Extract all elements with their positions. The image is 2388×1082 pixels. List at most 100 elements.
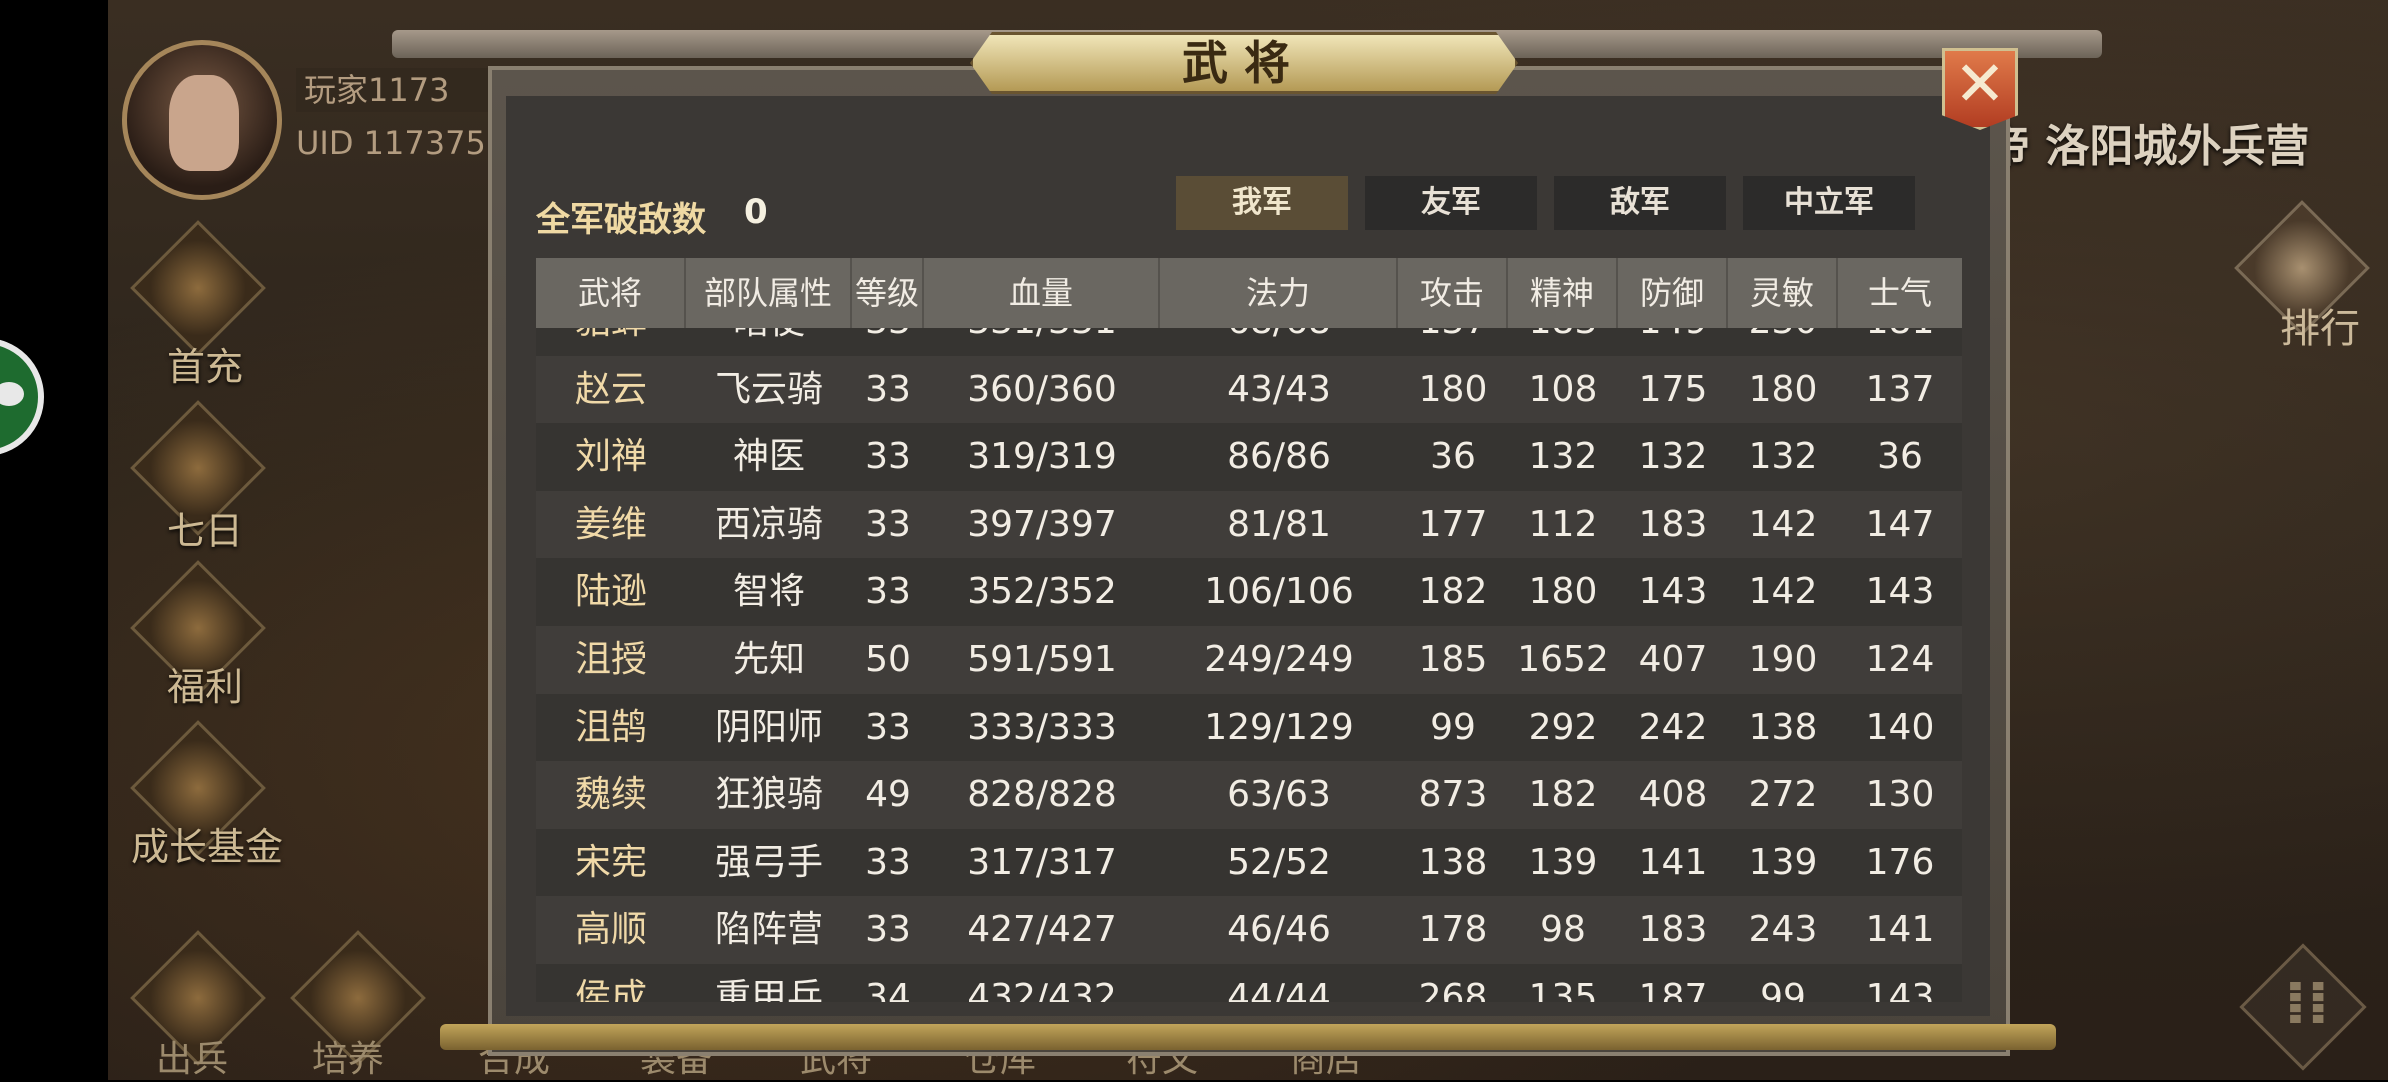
table-row[interactable]: 宋宪 强弓手 33 317/317 52/52 138 139 141 139 176 — [536, 828, 1962, 897]
cell-hp: 397/397 — [967, 503, 1117, 545]
table-row[interactable]: 沮授 先知 50 591/591 249/249 185 1652 407 190 124 — [536, 625, 1962, 694]
cell-level: 34 — [865, 976, 911, 1002]
cell-attack: 185 — [1418, 638, 1488, 680]
cell-unit-type: 飞云骑 — [714, 368, 823, 410]
cell-morale: 124 — [1865, 638, 1935, 680]
cell-defense: 141 — [1638, 841, 1708, 883]
cell-unit-type: 强弓手 — [714, 841, 823, 883]
cell-attack: 137 — [1398, 328, 1508, 356]
cell-general: 沮鹄 — [574, 706, 647, 748]
cell-morale: 181 — [1838, 328, 1962, 356]
cell-general: 刘禅 — [574, 436, 647, 478]
table-row[interactable]: 魏续 狂狼骑 49 828/828 63/63 873 182 408 272 130 — [536, 761, 1962, 829]
tab-enemy-army[interactable]: 敌军 — [1554, 176, 1726, 230]
bottom-menu-dispatch[interactable]: 出兵 — [156, 1030, 228, 1082]
cell-attack: 180 — [1418, 368, 1488, 410]
menu-label: 七日 — [166, 509, 243, 553]
tab-neutral-army[interactable]: 中立军 — [1743, 176, 1915, 230]
cell-unit-type: 西凉骑 — [714, 503, 823, 545]
cell-general: 侯成 — [574, 976, 647, 1002]
cell-hp: 828/828 — [967, 774, 1117, 816]
table-row[interactable]: 姜维 西凉骑 33 397/397 81/81 177 112 183 142 147 — [536, 490, 1962, 559]
cell-morale: 147 — [1865, 503, 1935, 545]
cell-unit-type: 智将 — [732, 571, 805, 613]
tab-friendly-army[interactable]: 友军 — [1365, 176, 1537, 230]
cell-mp: 43/43 — [1227, 368, 1331, 410]
cell-morale: 130 — [1865, 774, 1935, 816]
cell-spirit: 98 — [1540, 909, 1586, 951]
cell-spirit: 1652 — [1517, 638, 1609, 680]
cell-unit-type: 重甲兵 — [714, 976, 823, 1002]
kills-value: 0 — [744, 192, 768, 232]
cell-spirit: 139 — [1528, 841, 1598, 883]
menu-welfare[interactable]: 福利 — [130, 560, 266, 709]
cell-attack: 177 — [1418, 503, 1488, 545]
cell-hp: 319/319 — [967, 436, 1117, 478]
cell-mp: 46/46 — [1227, 909, 1331, 951]
cell-spirit: 292 — [1528, 706, 1598, 748]
cell-defense: 149 — [1618, 328, 1728, 356]
cell-agility: 138 — [1748, 706, 1818, 748]
menu-growth-fund[interactable]: 成长基金 — [130, 720, 283, 869]
avatar-portrait-icon — [169, 75, 239, 171]
cell-hp: 432/432 — [967, 976, 1117, 1002]
cell-morale: 140 — [1865, 706, 1935, 748]
table-header: 武将 部队属性 等级 血量 法力 攻击 精神 防御 灵敏 士气 — [536, 258, 1962, 328]
close-icon: ✕ — [1954, 47, 2006, 120]
cell-spirit: 135 — [1528, 976, 1598, 1002]
cell-unit-type: 狂狼骑 — [714, 774, 823, 816]
cell-agility: 139 — [1748, 841, 1818, 883]
cell-level: 33 — [865, 841, 911, 883]
cell-hp: 352/352 — [967, 571, 1117, 613]
cell-morale: 36 — [1877, 436, 1923, 478]
menu-label: 福利 — [166, 665, 243, 709]
bottom-menu-train[interactable]: 培养 — [312, 1030, 384, 1082]
menu-label: 成长基金 — [130, 825, 283, 869]
cell-agility: 230 — [1728, 328, 1838, 356]
menu-first-recharge[interactable]: 首充 — [130, 220, 266, 389]
cell-defense: 143 — [1638, 571, 1708, 613]
cell-mp: 63/63 — [1227, 774, 1331, 816]
col-morale: 士气 — [1867, 274, 1932, 312]
tab-our-army[interactable]: 我军 — [1176, 176, 1348, 230]
cell-level: 50 — [865, 638, 911, 680]
cell-defense: 175 — [1638, 368, 1708, 410]
player-avatar[interactable] — [122, 40, 282, 200]
cell-general: 高顺 — [574, 909, 647, 951]
table-row[interactable]: 陆逊 智将 33 352/352 106/106 182 180 143 142 143 — [536, 558, 1962, 626]
menu-seven-days[interactable]: 七日 — [130, 400, 266, 553]
menu-label: 首充 — [166, 345, 243, 389]
cell-spirit: 112 — [1528, 503, 1598, 545]
table-row[interactable]: 刘禅 神医 33 319/319 86/86 36 132 132 132 36 — [536, 423, 1962, 491]
cell-level: 33 — [865, 909, 911, 951]
table-row[interactable]: 赵云 飞云骑 33 360/360 43/43 180 108 175 180 137 — [536, 355, 1962, 424]
col-hp: 血量 — [924, 258, 1160, 328]
cell-hp: 360/360 — [967, 368, 1117, 410]
cell-mp: 44/44 — [1227, 976, 1331, 1002]
cell-spirit: 180 — [1528, 571, 1598, 613]
col-unit-type: 部队属性 — [686, 258, 852, 328]
col-attack: 攻击 — [1398, 258, 1508, 328]
col-spirit: 精神 — [1508, 258, 1618, 328]
cell-attack: 268 — [1418, 976, 1488, 1002]
table-row[interactable]: 沮鹄 阴阳师 33 333/333 129/129 99 292 242 138 140 — [536, 693, 1962, 762]
cell-morale: 176 — [1865, 841, 1935, 883]
ranking-label[interactable]: 排行 — [2280, 296, 2360, 354]
table-row[interactable]: 貂蝉暗使33331/33168/68137183149230181 — [536, 328, 1962, 356]
cell-hp: 427/427 — [967, 909, 1117, 951]
table-row[interactable]: 侯成 重甲兵 34 432/432 44/44 268 135 187 99 143 — [536, 963, 1962, 1002]
cell-hp: 591/591 — [967, 638, 1117, 680]
kills-label: 全军破敌数 — [536, 200, 706, 240]
cell-level: 49 — [865, 774, 911, 816]
cell-general: 赵云 — [574, 368, 647, 410]
generals-table[interactable]: 貂蝉暗使33331/33168/68137183149230181 赵云 飞云骑 33… — [536, 328, 1962, 1002]
col-agility: 灵敏 — [1728, 258, 1838, 328]
table-row[interactable]: 高顺 陷阵营 33 427/427 46/46 178 98 183 243 141 — [536, 896, 1962, 964]
cell-agility: 132 — [1748, 436, 1818, 478]
cell-morale: 141 — [1865, 909, 1935, 951]
cell-attack: 36 — [1430, 436, 1476, 478]
cell-unit-type: 暗使 — [686, 328, 852, 356]
table-rows: 貂蝉暗使33331/33168/68137183149230181 赵云 飞云骑 33… — [536, 328, 1962, 1002]
cell-mp: 129/129 — [1204, 706, 1354, 748]
cell-agility: 142 — [1748, 503, 1818, 545]
